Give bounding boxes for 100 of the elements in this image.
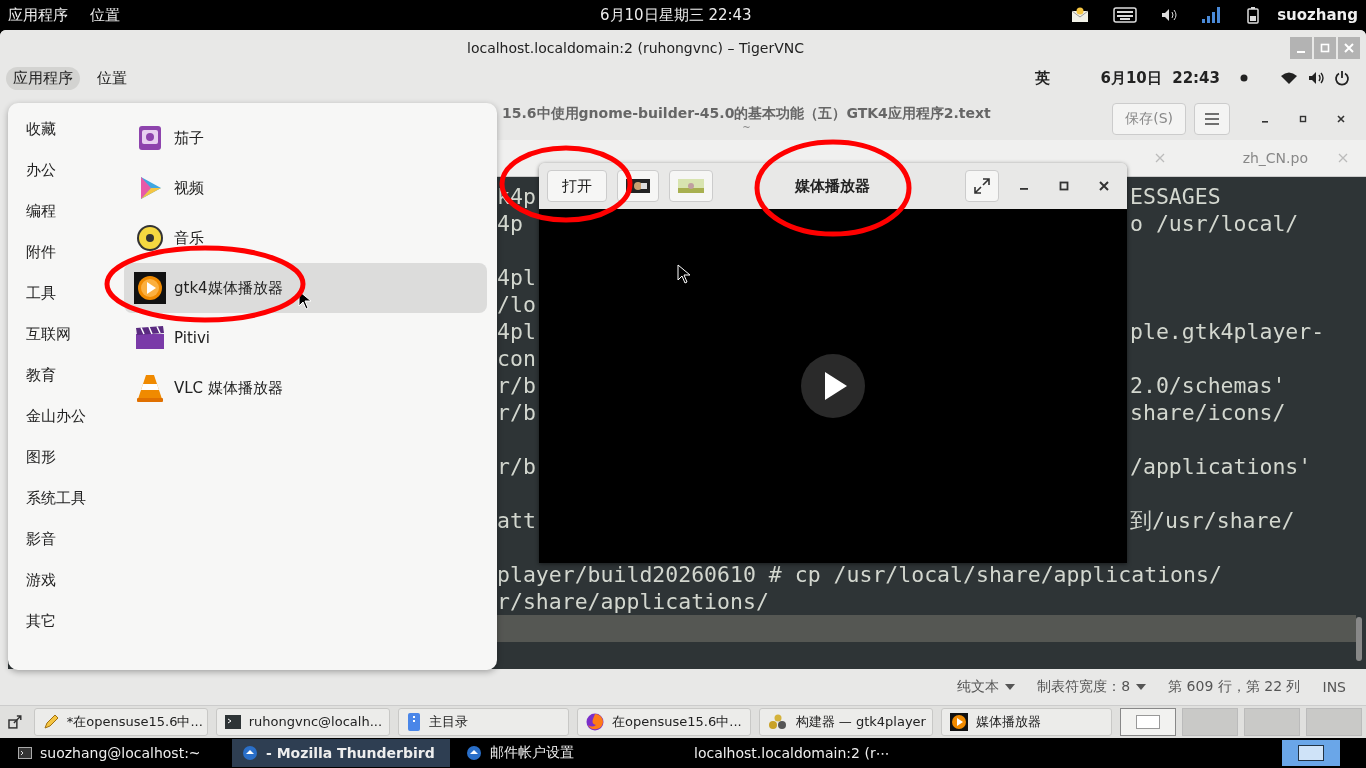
volume-icon[interactable] (1161, 8, 1178, 22)
taskbar-item[interactable]: 在opensuse15.6中... (577, 707, 751, 736)
code-text: 4p (497, 209, 524, 237)
clock[interactable]: 6月10日 22:43 (1100, 68, 1220, 88)
code-text: att (497, 506, 536, 534)
pencil-icon (42, 713, 59, 730)
menu-button[interactable] (1194, 102, 1230, 135)
workspace-switcher[interactable] (1182, 707, 1238, 736)
maximize-icon (1320, 43, 1330, 54)
landscape-icon (678, 179, 704, 193)
minimize-icon (1297, 50, 1305, 53)
play-icon (949, 712, 968, 731)
clapperboard-icon (134, 326, 166, 350)
category-item[interactable]: 系统工具 (26, 489, 124, 530)
play-icon (134, 272, 166, 304)
window-title: 媒体播放器 (794, 176, 870, 196)
code-text: 4pl (497, 263, 536, 291)
pointer-icon (677, 264, 691, 284)
taskbar-item[interactable]: 邮件帐户设置 (456, 739, 646, 767)
taskbar-item[interactable]: localhost.localdomain:2 (r⋯ (676, 739, 896, 767)
app-item[interactable]: 视频 (124, 163, 487, 213)
category-item[interactable]: 附件 (26, 243, 124, 284)
caret-icon[interactable] (1005, 683, 1016, 690)
code-text: 4pl (497, 317, 536, 345)
taskbar-item[interactable]: - Mozilla Thunderbird (232, 739, 450, 767)
code-text: /lo (497, 290, 536, 318)
category-item[interactable]: 工具 (26, 284, 124, 325)
circles-icon (767, 713, 788, 730)
maximize-icon[interactable] (1059, 181, 1069, 191)
code-text: r/b (497, 398, 536, 426)
app-item[interactable]: 茄子 (124, 113, 487, 163)
category-item[interactable]: 教育 (26, 366, 124, 407)
app-item[interactable]: VLC 媒体播放器 (124, 363, 487, 413)
fullscreen-button[interactable] (965, 170, 999, 202)
category-item[interactable]: 编程 (26, 202, 124, 243)
taskbar-item[interactable]: 构建器 — gtk4player (758, 707, 933, 736)
battery-icon[interactable] (1247, 6, 1260, 24)
code-text: r/b (497, 452, 536, 480)
code-text: /applications' (1130, 452, 1312, 480)
workspace-switcher[interactable] (1244, 707, 1300, 736)
wifi-icon[interactable] (1280, 71, 1298, 86)
keyboard-icon[interactable] (1113, 7, 1138, 23)
workspace-switcher[interactable] (1306, 707, 1362, 736)
tab-width-selector[interactable]: 制表符宽度：8 (1037, 677, 1131, 696)
workspace-switcher[interactable] (1120, 707, 1176, 736)
app-item[interactable]: Pitivi (124, 313, 487, 363)
taskbar-item[interactable]: *在opensuse15.6中... (33, 707, 208, 736)
caret-icon[interactable] (1136, 683, 1147, 690)
code-text: 到/usr/share/ (1130, 506, 1295, 534)
language-selector[interactable]: 纯文本 (957, 677, 1000, 696)
fullscreen-icon (974, 178, 990, 194)
user-name[interactable]: suozhang (1277, 6, 1358, 24)
close-icon[interactable] (1336, 113, 1346, 124)
category-item[interactable]: 其它 (26, 612, 124, 653)
category-item[interactable]: 收藏 (26, 120, 124, 161)
code-text: player/build20260610 # cp /usr/local/share/applications/ (497, 560, 1222, 588)
top-menu[interactable]: 位置 (90, 5, 120, 25)
open-button[interactable]: 打开 (547, 170, 607, 202)
terminal-icon (224, 713, 241, 730)
top-menu[interactable]: 应用程序 (8, 5, 68, 25)
window-title: localhost.localdomain:2 (ruhongvnc) – TigerVNC (467, 40, 805, 57)
taskbar-item[interactable]: 媒体播放器 (940, 707, 1112, 736)
category-item[interactable]: 游戏 (26, 571, 124, 612)
app-item[interactable]: gtk4媒体播放器 (124, 263, 487, 313)
code-text: 2.0/schemas' (1130, 371, 1286, 399)
category-item[interactable]: 互联网 (26, 325, 124, 366)
clock[interactable]: 6月10日星期三 22:43 (600, 5, 752, 25)
code-text: con (497, 344, 536, 372)
close-icon[interactable] (1099, 181, 1109, 191)
input-method-indicator[interactable]: 英 (1035, 68, 1051, 88)
close-icon (1344, 43, 1354, 54)
top-menu[interactable]: 应用程序 (6, 66, 80, 90)
maximize-icon[interactable] (1298, 113, 1308, 124)
top-menu[interactable]: 位置 (90, 66, 134, 90)
taskbar-item[interactable]: 主目录 (397, 707, 570, 736)
power-icon[interactable] (1334, 70, 1350, 87)
category-item[interactable]: 图形 (26, 448, 124, 489)
code-text: share/icons/ (1130, 398, 1286, 426)
terminal-icon (18, 747, 32, 759)
desktop-icon[interactable] (8, 714, 22, 729)
code-text: r/b (497, 371, 536, 399)
document-title: 15.6中使用gnome-builder-45.0的基本功能（五）GTK4应用程序2.text (502, 104, 991, 123)
envelope-icon[interactable] (1071, 7, 1090, 23)
browser-icon (586, 712, 605, 731)
code-text: ESSAGES (1130, 182, 1221, 210)
taskbar-item[interactable]: suozhang@localhost:~ (8, 739, 226, 767)
category-item[interactable]: 影音 (26, 530, 124, 571)
code-text: o /usr/local/ (1130, 209, 1299, 237)
category-item[interactable]: 金山办公 (26, 407, 124, 448)
workspace-switcher[interactable] (1282, 740, 1340, 766)
play-button[interactable] (801, 354, 865, 418)
taskbar-item[interactable]: ruhongvnc@localh... (215, 707, 390, 736)
dot-icon (1240, 74, 1248, 83)
cursor-position: 第 609 行，第 22 列 (1168, 677, 1301, 696)
category-item[interactable]: 办公 (26, 161, 124, 202)
traffic-cone-icon (134, 373, 166, 403)
insert-mode: INS (1322, 678, 1346, 695)
scrollbar[interactable] (1356, 616, 1362, 661)
app-item[interactable]: 音乐 (124, 213, 487, 263)
volume-icon[interactable] (1308, 71, 1324, 86)
